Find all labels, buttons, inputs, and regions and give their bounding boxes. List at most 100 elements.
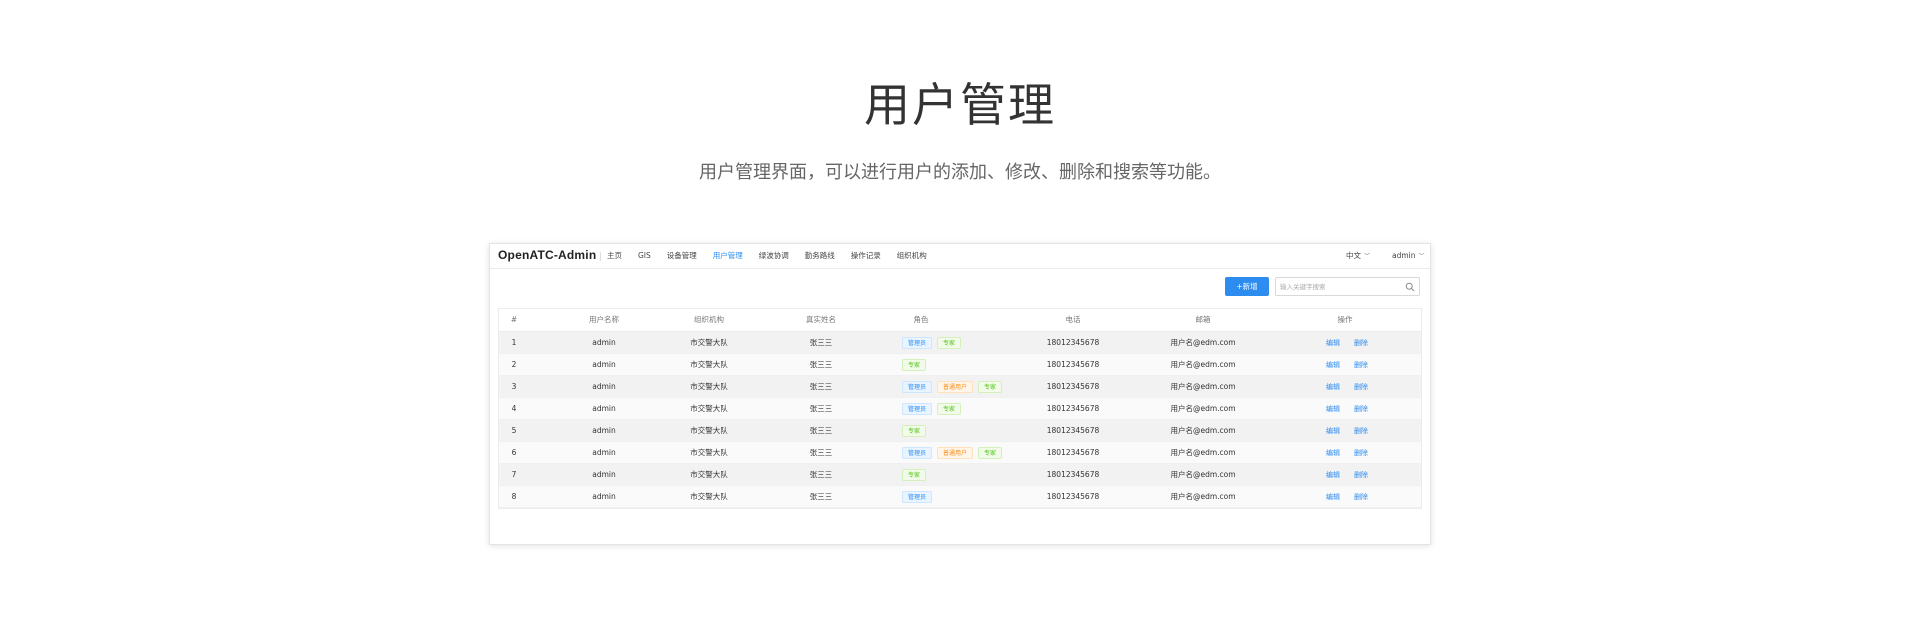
- role-tag: 管理员: [902, 381, 933, 393]
- header-phone: 电话: [1065, 315, 1081, 324]
- edit-link[interactable]: 编辑: [1326, 354, 1340, 376]
- header-username: 用户名称: [589, 315, 619, 324]
- table-row: 7 admin 市交警大队 张三三 18012345678 用户名@edm.com 专家 编辑…: [499, 464, 1421, 486]
- row-realname: 张三三: [809, 470, 833, 479]
- edit-link[interactable]: 编辑: [1326, 398, 1340, 420]
- add-user-button[interactable]: +新增: [1225, 277, 1269, 296]
- row-email: 用户名@edm.com: [1170, 382, 1236, 391]
- role-tag: 专家: [978, 447, 1003, 459]
- row-email: 用户名@edm.com: [1170, 360, 1236, 369]
- row-index: 6: [511, 448, 517, 457]
- row-realname: 张三三: [809, 360, 833, 369]
- table-row: 2 admin 市交警大队 张三三 18012345678 用户名@edm.com 专家 编辑…: [499, 354, 1421, 376]
- user-menu[interactable]: admin ﹀: [1392, 244, 1425, 269]
- chevron-down-icon: ﹀: [1418, 253, 1425, 260]
- table-row: 1 admin 市交警大队 张三三 18012345678 用户名@edm.com 管理员专…: [499, 332, 1421, 354]
- role-tag: 专家: [902, 469, 927, 481]
- row-index: 2: [511, 360, 517, 369]
- row-index: 5: [511, 426, 517, 435]
- row-roles: 专家: [902, 359, 931, 371]
- header-email: 邮箱: [1195, 315, 1211, 324]
- table-row: 4 admin 市交警大队 张三三 18012345678 用户名@edm.com 管理员专…: [499, 398, 1421, 420]
- row-actions: 编辑 删除: [1326, 464, 1382, 486]
- edit-link[interactable]: 编辑: [1326, 376, 1340, 398]
- hero-title: 用户管理: [864, 78, 1056, 132]
- row-phone: 18012345678: [1046, 382, 1100, 391]
- row-realname: 张三三: [809, 404, 833, 413]
- row-organization: 市交警大队: [690, 338, 728, 347]
- row-email: 用户名@edm.com: [1170, 338, 1236, 347]
- row-organization: 市交警大队: [690, 448, 728, 457]
- row-roles: 专家: [902, 469, 931, 481]
- edit-link[interactable]: 编辑: [1326, 486, 1340, 508]
- row-username: admin: [592, 338, 616, 347]
- row-realname: 张三三: [809, 426, 833, 435]
- row-actions: 编辑 删除: [1326, 354, 1382, 376]
- role-tag: 管理员: [902, 337, 933, 349]
- nav-item-6[interactable]: 操作记录: [851, 244, 881, 268]
- search-input[interactable]: [1280, 280, 1400, 293]
- row-phone: 18012345678: [1046, 470, 1100, 479]
- nav-item-5[interactable]: 勤务路线: [805, 244, 835, 268]
- delete-link[interactable]: 删除: [1354, 442, 1368, 464]
- nav-item-2[interactable]: 设备管理: [667, 244, 697, 268]
- language-switcher[interactable]: 中文 ﹀: [1346, 244, 1370, 269]
- row-email: 用户名@edm.com: [1170, 492, 1236, 501]
- edit-link[interactable]: 编辑: [1326, 420, 1340, 442]
- row-phone: 18012345678: [1046, 492, 1100, 501]
- row-actions: 编辑 删除: [1326, 486, 1382, 508]
- row-index: 1: [511, 338, 517, 347]
- edit-link[interactable]: 编辑: [1326, 464, 1340, 486]
- nav-item-0[interactable]: 主页: [607, 244, 622, 268]
- row-phone: 18012345678: [1046, 404, 1100, 413]
- delete-link[interactable]: 删除: [1354, 420, 1368, 442]
- row-username: admin: [592, 426, 616, 435]
- row-organization: 市交警大队: [690, 426, 728, 435]
- row-username: admin: [592, 492, 616, 501]
- role-tag: 专家: [902, 425, 927, 437]
- header-realname: 真实姓名: [806, 315, 836, 324]
- row-phone: 18012345678: [1046, 338, 1100, 347]
- row-roles: 管理员 专家: [902, 337, 966, 349]
- nav-item-1[interactable]: GIS: [638, 244, 651, 268]
- nav-item-4[interactable]: 绿波协调: [759, 244, 789, 268]
- search-icon[interactable]: [1405, 282, 1415, 292]
- row-actions: 编辑 删除: [1326, 332, 1382, 354]
- edit-link[interactable]: 编辑: [1326, 332, 1340, 354]
- row-email: 用户名@edm.com: [1170, 448, 1236, 457]
- row-index: 3: [511, 382, 517, 391]
- delete-link[interactable]: 删除: [1354, 354, 1368, 376]
- row-realname: 张三三: [809, 338, 833, 347]
- row-email: 用户名@edm.com: [1170, 470, 1236, 479]
- row-phone: 18012345678: [1046, 448, 1100, 457]
- row-email: 用户名@edm.com: [1170, 404, 1236, 413]
- delete-link[interactable]: 删除: [1354, 332, 1368, 354]
- delete-link[interactable]: 删除: [1354, 464, 1368, 486]
- header-organization: 组织机构: [694, 315, 724, 324]
- table-row: 5 admin 市交警大队 张三三 18012345678 用户名@edm.com 专家 编辑…: [499, 420, 1421, 442]
- nav-item-7[interactable]: 组织机构: [897, 244, 927, 268]
- row-phone: 18012345678: [1046, 360, 1100, 369]
- row-index: 4: [511, 404, 517, 413]
- role-tag: 管理员: [902, 447, 933, 459]
- row-organization: 市交警大队: [690, 382, 728, 391]
- table-row: 3 admin 市交警大队 张三三 18012345678 用户名@edm.com 管理员普…: [499, 376, 1421, 398]
- row-index: 7: [511, 470, 517, 479]
- header-index: #: [510, 315, 518, 324]
- row-organization: 市交警大队: [690, 470, 728, 479]
- row-actions: 编辑 删除: [1326, 420, 1382, 442]
- row-roles: 管理员 普通用户 专家: [902, 381, 1007, 393]
- table-row: 6 admin 市交警大队 张三三 18012345678 用户名@edm.com 管理员普…: [499, 442, 1421, 464]
- role-tag: 管理员: [902, 491, 933, 503]
- language-label: 中文: [1346, 251, 1361, 260]
- delete-link[interactable]: 删除: [1354, 486, 1368, 508]
- row-actions: 编辑 删除: [1326, 376, 1382, 398]
- delete-link[interactable]: 删除: [1354, 376, 1368, 398]
- row-phone: 18012345678: [1046, 426, 1100, 435]
- row-realname: 张三三: [809, 492, 833, 501]
- nav-item-3[interactable]: 用户管理: [713, 244, 743, 268]
- role-tag: 专家: [902, 359, 927, 371]
- delete-link[interactable]: 删除: [1354, 398, 1368, 420]
- row-realname: 张三三: [809, 382, 833, 391]
- edit-link[interactable]: 编辑: [1326, 442, 1340, 464]
